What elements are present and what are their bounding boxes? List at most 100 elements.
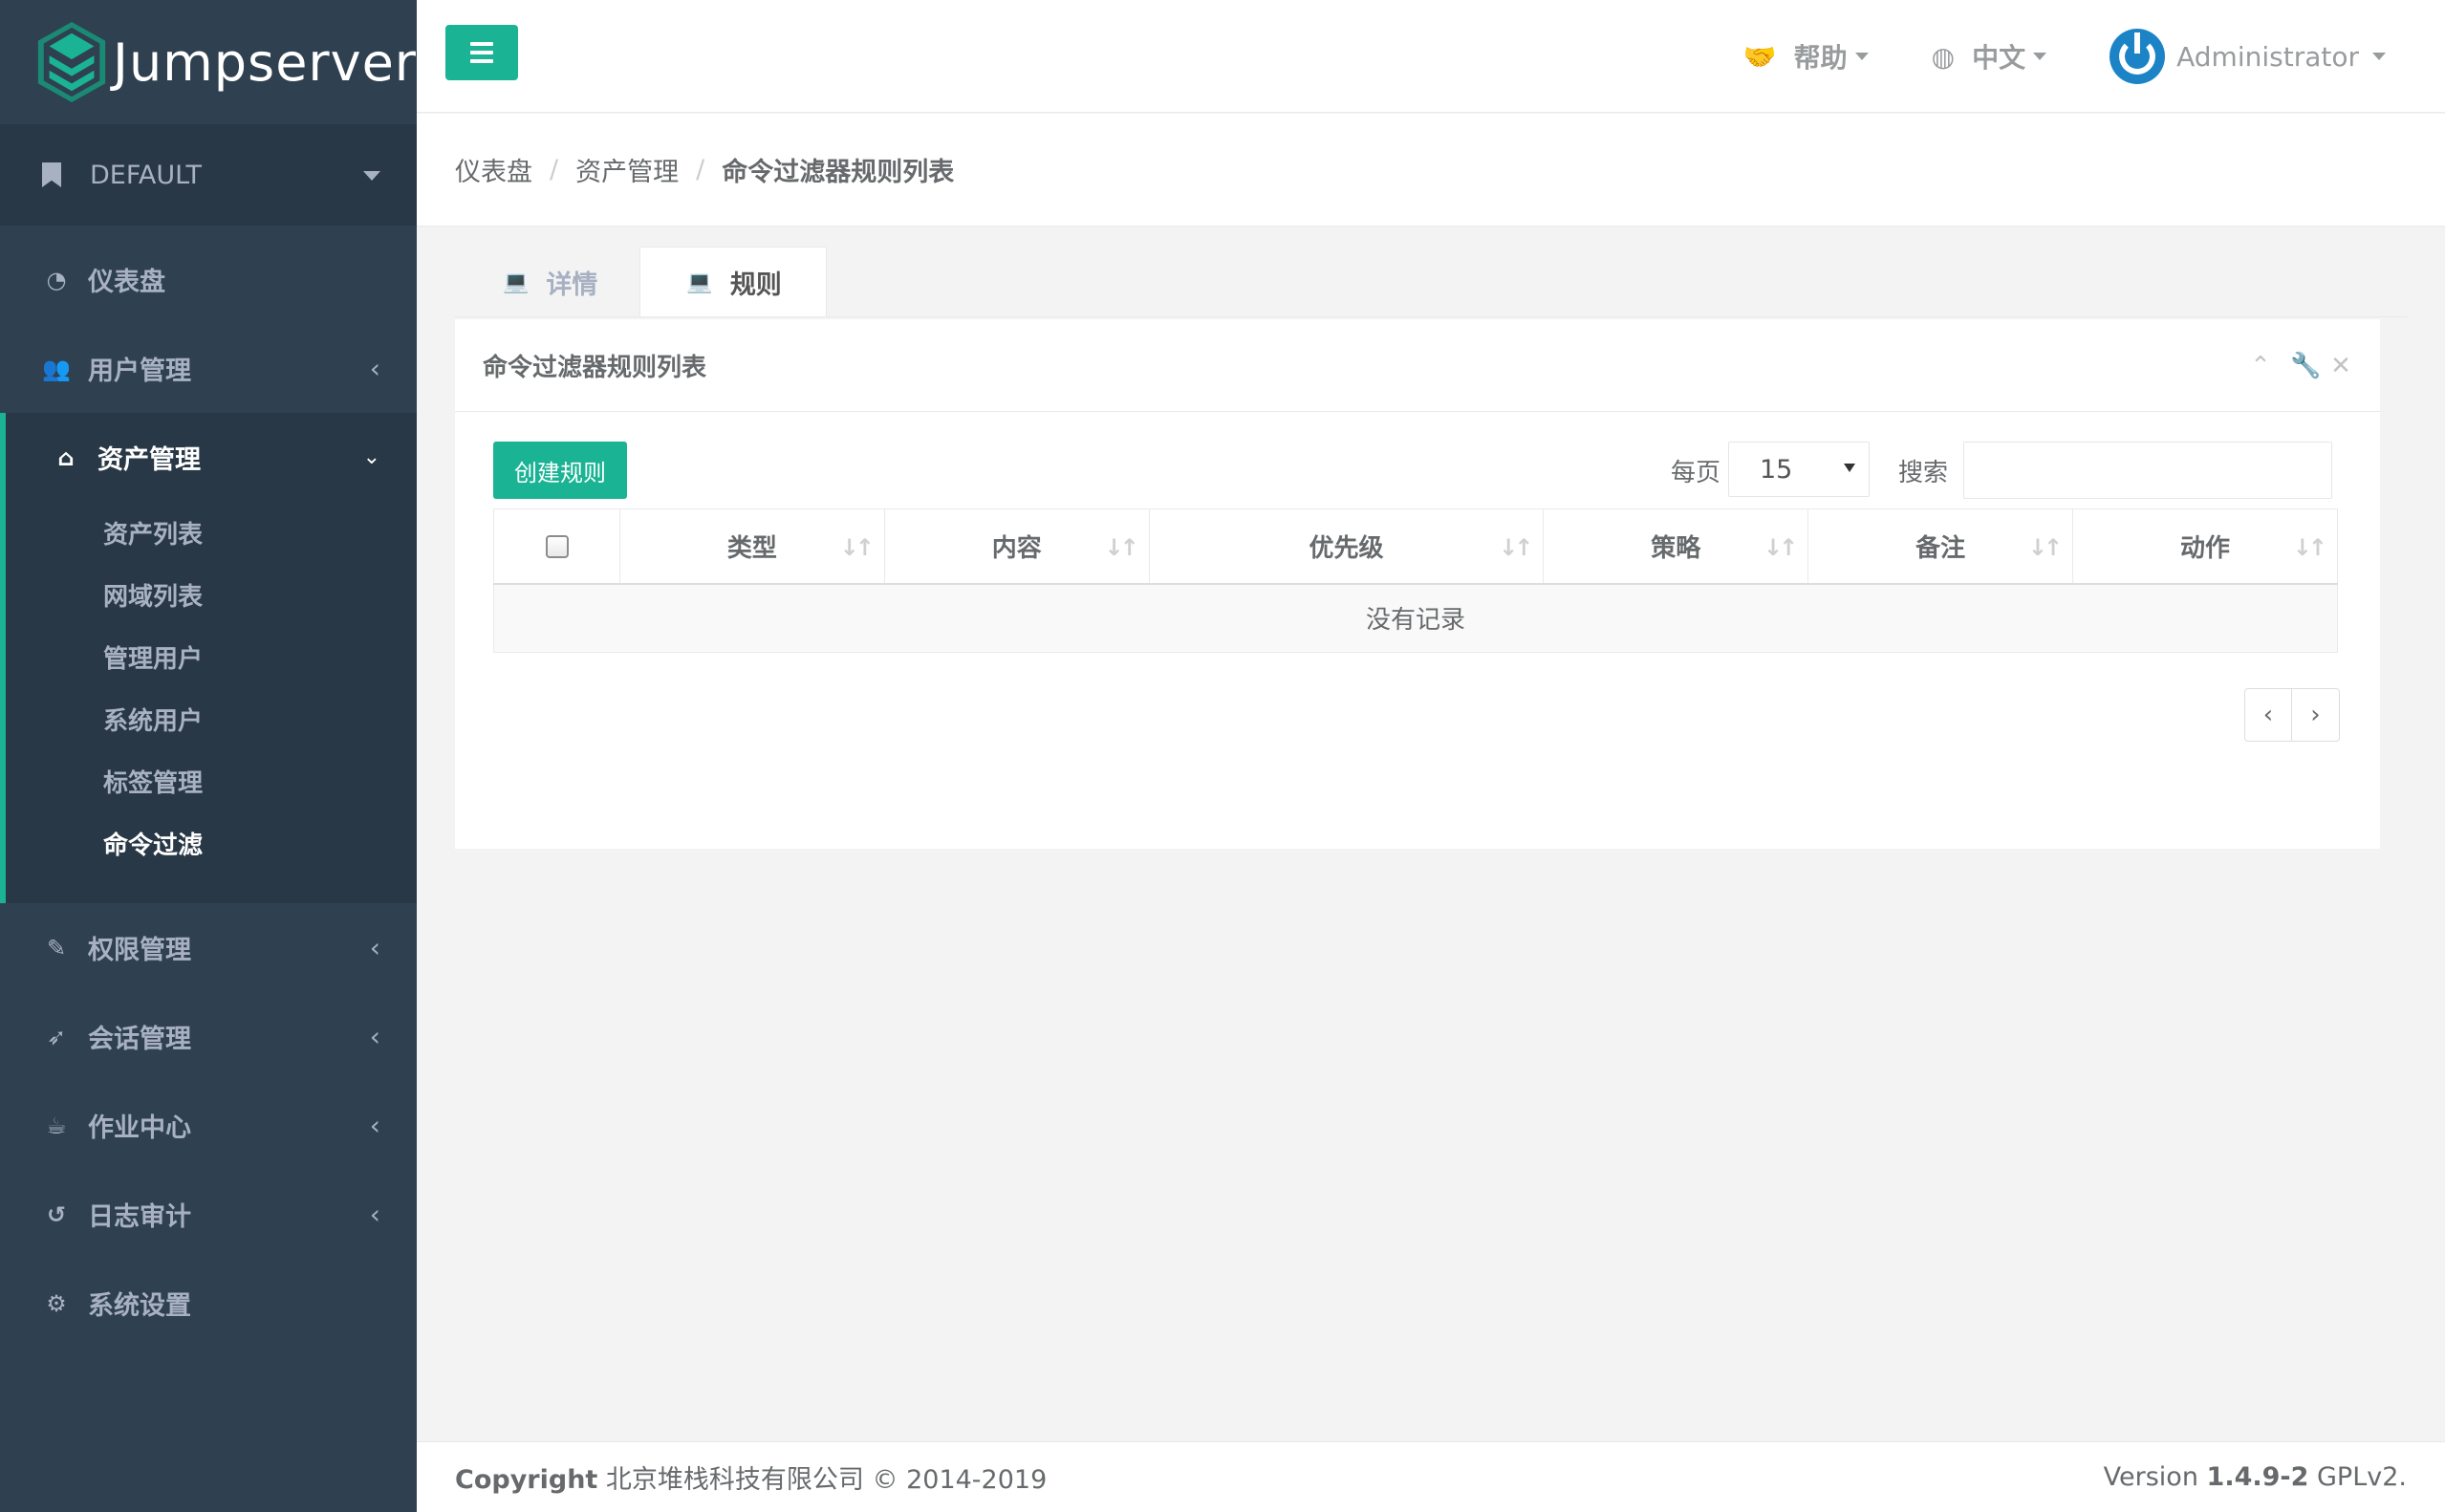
- nav-label: 用户管理: [88, 356, 191, 386]
- hamburger-icon: [470, 42, 493, 46]
- inbox-icon: ⌂: [57, 443, 75, 471]
- dashboard-icon: ◔: [46, 266, 67, 293]
- menu-toggle-button[interactable]: [445, 25, 518, 80]
- chevron-left-icon: ‹: [369, 353, 380, 384]
- language-dropdown[interactable]: ◍ 中文: [1931, 37, 2047, 76]
- search-input[interactable]: [1963, 442, 2332, 499]
- nav-perms[interactable]: ✎ 权限管理 ‹: [0, 903, 417, 992]
- column-label: 策略: [1651, 533, 1701, 563]
- help-dropdown[interactable]: 🤝 帮助: [1743, 37, 1869, 76]
- column-header-type[interactable]: 类型 ↓↑: [619, 508, 885, 585]
- nav-assets-group: ⌂ 资产管理 ⌄ 资产列表 网域列表 管理用户 系统用户 标签管理 命令过滤: [0, 413, 417, 903]
- table-header-row: 类型 ↓↑ 内容 ↓↑ 优先级 ↓↑ 策略 ↓↑ 备注 ↓↑ 动作 ↓↑: [493, 508, 2338, 585]
- column-label: 动作: [2180, 533, 2231, 563]
- top-right-menu: 🤝 帮助 ◍ 中文 Administrator: [1743, 0, 2445, 113]
- caret-down-icon: [2033, 53, 2047, 60]
- sub-item-system-users[interactable]: 系统用户: [6, 688, 417, 750]
- nav-dashboard[interactable]: ◔ 仪表盘: [0, 235, 417, 324]
- next-page-button[interactable]: ›: [2292, 688, 2340, 742]
- users-icon: 👥: [42, 355, 71, 382]
- column-label: 内容: [991, 533, 1042, 563]
- sort-icon: ↓↑: [839, 534, 875, 561]
- copyright-text: 北京堆栈科技有限公司 © 2014-2019: [605, 1465, 1048, 1495]
- sort-icon: ↓↑: [1499, 534, 1533, 561]
- table-row: 没有记录: [493, 583, 2338, 653]
- column-label: 备注: [1915, 533, 1966, 563]
- caret-down-icon: [363, 171, 380, 181]
- nav-users[interactable]: 👥 用户管理 ‹: [0, 324, 417, 413]
- per-page-select[interactable]: 15: [1728, 442, 1870, 497]
- sub-item-domain-list[interactable]: 网域列表: [6, 564, 417, 626]
- nav-label: 作业中心: [88, 1113, 191, 1143]
- nav-label: 会话管理: [88, 1025, 191, 1054]
- chevron-left-icon: ‹: [369, 1199, 380, 1230]
- panel-tools: ⌃ 🔧 ✕: [2250, 352, 2351, 380]
- select-arrow-icon: [1844, 464, 1855, 472]
- column-header-action[interactable]: 动作 ↓↑: [2072, 508, 2338, 585]
- per-page-value: 15: [1760, 454, 1793, 485]
- nav-jobs[interactable]: ☕ 作业中心 ‹: [0, 1081, 417, 1170]
- wrench-icon[interactable]: 🔧: [2290, 352, 2321, 380]
- nav-label: 日志审计: [88, 1202, 191, 1232]
- collapse-icon[interactable]: ⌃: [2250, 352, 2271, 380]
- tab-detail[interactable]: 💻 详情: [455, 247, 639, 317]
- create-rule-button[interactable]: 创建规则: [493, 442, 627, 499]
- sort-icon: ↓↑: [2292, 534, 2327, 561]
- breadcrumb-assets[interactable]: 资产管理: [575, 151, 679, 188]
- sub-item-asset-list[interactable]: 资产列表: [6, 502, 417, 564]
- nav-label: 系统设置: [88, 1291, 191, 1321]
- column-label: 类型: [726, 533, 777, 563]
- tab-bar: 💻 详情 💻 规则: [455, 247, 827, 317]
- nav-assets[interactable]: ⌂ 资产管理 ⌄: [6, 413, 417, 502]
- nav-label: 权限管理: [88, 936, 191, 965]
- sort-icon: ↓↑: [2027, 534, 2063, 561]
- breadcrumb-dashboard[interactable]: 仪表盘: [455, 151, 532, 188]
- side-nav: ◔ 仪表盘 👥 用户管理 ‹ ⌂ 资产管理 ⌄ 资产列表 网域列表 管理用户 系…: [0, 235, 417, 1348]
- cogs-icon: ⚙: [46, 1289, 67, 1317]
- chevron-left-icon: ‹: [369, 1021, 380, 1052]
- sort-icon: ↓↑: [1763, 534, 1798, 561]
- close-icon[interactable]: ✕: [2330, 352, 2351, 380]
- breadcrumb-current: 命令过滤器规则列表: [722, 158, 955, 187]
- column-label: 优先级: [1309, 533, 1384, 563]
- per-page-label: 每页: [1671, 459, 1721, 487]
- column-header-content[interactable]: 内容 ↓↑: [883, 508, 1150, 585]
- nav-label: 仪表盘: [88, 268, 165, 297]
- license: GPLv2.: [2317, 1462, 2407, 1492]
- assets-submenu: 资产列表 网域列表 管理用户 系统用户 标签管理 命令过滤: [6, 502, 417, 875]
- tab-label: 规则: [729, 270, 782, 300]
- tab-rules[interactable]: 💻 规则: [639, 247, 827, 317]
- language-label: 中文: [1972, 42, 2026, 74]
- column-header-priority[interactable]: 优先级 ↓↑: [1148, 508, 1545, 585]
- rules-table: 类型 ↓↑ 内容 ↓↑ 优先级 ↓↑ 策略 ↓↑ 备注 ↓↑ 动作 ↓↑ 没有记录: [493, 508, 2338, 653]
- logo[interactable]: Jumpserver: [0, 0, 417, 124]
- breadcrumb: 仪表盘 / 资产管理 / 命令过滤器规则列表: [417, 114, 2445, 227]
- logo-text: Jumpserver: [113, 32, 417, 93]
- caret-down-icon: [2372, 53, 2386, 60]
- sub-item-admin-users[interactable]: 管理用户: [6, 626, 417, 688]
- prev-page-button[interactable]: ‹: [2244, 688, 2292, 742]
- hamburger-icon-bar: [470, 51, 493, 54]
- nav-sessions[interactable]: ➶ 会话管理 ‹: [0, 992, 417, 1081]
- select-all-checkbox[interactable]: [545, 534, 569, 558]
- breadcrumb-separator: /: [696, 155, 705, 184]
- jumpserver-logo-icon: [37, 22, 106, 102]
- sub-item-command-filter[interactable]: 命令过滤: [6, 812, 417, 875]
- panel-title: 命令过滤器规则列表: [483, 353, 707, 382]
- breadcrumb-separator: /: [550, 155, 559, 184]
- nav-settings[interactable]: ⚙ 系统设置: [0, 1259, 417, 1348]
- user-dropdown[interactable]: Administrator: [2110, 29, 2386, 84]
- coffee-icon: ☕: [46, 1112, 67, 1139]
- globe-icon: ◍: [1931, 40, 1956, 73]
- sub-item-labels[interactable]: 标签管理: [6, 750, 417, 812]
- caret-down-icon: [1854, 53, 1869, 60]
- power-icon: [2119, 32, 2156, 75]
- org-selector[interactable]: DEFAULT: [0, 124, 417, 226]
- column-header-strategy[interactable]: 策略 ↓↑: [1543, 508, 1809, 585]
- nav-audits[interactable]: ↺ 日志审计 ‹: [0, 1170, 417, 1259]
- hamburger-icon-bar: [470, 59, 493, 63]
- sidebar: Jumpserver DEFAULT ◔ 仪表盘 👥 用户管理 ‹ ⌂ 资产管理…: [0, 0, 417, 1512]
- column-header-comment[interactable]: 备注 ↓↑: [1807, 508, 2074, 585]
- bookmark-icon: [42, 162, 61, 187]
- select-all-cell: [493, 508, 620, 585]
